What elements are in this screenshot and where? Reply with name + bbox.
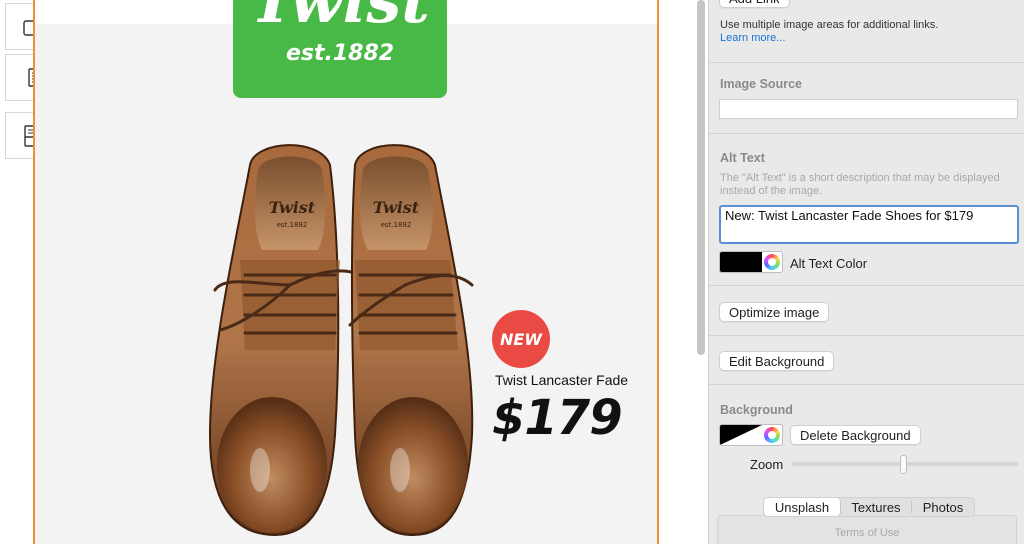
scrollbar-thumb[interactable] (697, 0, 705, 355)
left-insole-logo: Twist (269, 198, 316, 217)
properties-panel: Add Link Use multiple image areas for ad… (708, 0, 1024, 544)
zoom-label: Zoom (750, 457, 784, 472)
brand-logo[interactable]: Twist est.1882 (233, 0, 447, 98)
terms-of-use-link[interactable]: Terms of Use (709, 527, 1024, 539)
alt-text-color-swatch[interactable] (719, 251, 783, 273)
alt-text-title: Alt Text (720, 151, 765, 165)
svg-text:est.1882: est.1882 (381, 221, 412, 229)
link-section: Add Link Use multiple image areas for ad… (709, 0, 1024, 63)
alt-text-input[interactable]: New: Twist Lancaster Fade Shoes for $179 (719, 205, 1019, 244)
logo-wordmark: Twist (250, 0, 430, 37)
alt-text-color-fill (720, 252, 762, 272)
product-price: $179 (492, 390, 623, 446)
tab-photos[interactable]: Photos (912, 498, 974, 516)
svg-text:est.1882: est.1882 (277, 221, 308, 229)
optimize-image-button[interactable]: Optimize image (719, 302, 830, 322)
color-wheel-icon (764, 254, 780, 270)
edit-background-section: Edit Background (709, 336, 1024, 385)
link-hint: Use multiple image areas for additional … (720, 19, 939, 31)
alt-text-hint: The "Alt Text" is a short description th… (720, 172, 1000, 197)
learn-more-link[interactable]: Learn more... (720, 32, 785, 44)
background-title: Background (720, 403, 793, 417)
left-shoe: Twist est.1882 (208, 144, 362, 537)
tab-textures[interactable]: Textures (841, 498, 911, 516)
image-library-tabs: Unsplash Textures Photos (763, 497, 975, 517)
product-name: Twist Lancaster Fade (495, 372, 629, 388)
delete-background-button[interactable]: Delete Background (790, 425, 921, 445)
product-image[interactable]: Twist est.1882 Twist est.1882 (200, 135, 490, 540)
right-insole-logo: Twist (373, 198, 420, 217)
optimize-section: Optimize image (709, 286, 1024, 336)
new-badge: NEW (492, 310, 550, 368)
image-source-input[interactable] (719, 99, 1018, 119)
background-color-swatch[interactable] (719, 424, 783, 446)
color-wheel-icon (764, 427, 780, 443)
right-shoe: Twist est.1882 (348, 144, 474, 537)
background-fill-icon (720, 425, 762, 445)
zoom-slider-knob[interactable] (900, 455, 907, 474)
edit-background-button[interactable]: Edit Background (719, 351, 835, 371)
tab-unsplash[interactable]: Unsplash (764, 498, 840, 516)
image-source-title: Image Source (720, 77, 802, 91)
alt-text-color-label: Alt Text Color (790, 256, 868, 271)
add-link-button[interactable]: Add Link (719, 0, 790, 8)
logo-established: est.1882 (285, 41, 395, 66)
